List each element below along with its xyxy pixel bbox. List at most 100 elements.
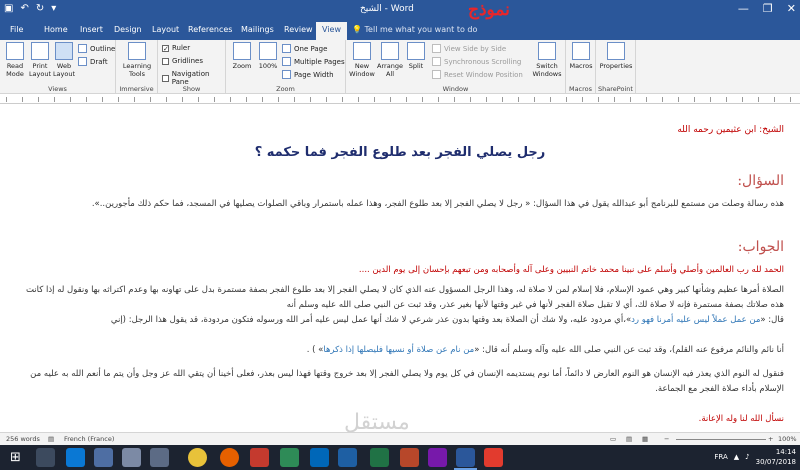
app-icon-6[interactable] [280,448,299,467]
draft-button[interactable]: Draft [78,57,108,66]
answer-paragraph-2: قال: «من عمل عملاً ليس عليه أمرنا فهو رد… [16,313,784,328]
answer-paragraph-3: أنا نائم والنائم مرفوع عنه القلم)، وقد ث… [16,343,784,358]
ruler-label: Ruler [172,44,191,52]
horizontal-ruler[interactable] [0,95,800,104]
new-window-button[interactable]: New Window [348,42,376,78]
ruler-checkbox[interactable]: ✓ Ruler [162,44,190,52]
macros-icon [572,42,590,60]
arrange-all-button[interactable]: Arrange All [376,42,404,78]
read-mode-status-icon[interactable]: ▭ [610,435,616,443]
draft-label: Draft [90,57,108,66]
sharepoint-group-label: SharePoint [598,85,633,93]
app-icon-4[interactable] [150,448,169,467]
tell-me-box[interactable]: 💡 Tell me what you want to do [352,25,477,34]
page-width-label: Page Width [294,70,334,79]
chrome-icon[interactable] [188,448,207,467]
outline-icon [78,44,87,53]
app-icon-3[interactable] [122,448,141,467]
zoom-button[interactable]: Zoom [230,42,254,70]
one-page-button[interactable]: One Page [282,44,327,53]
language-status[interactable]: French (France) [64,435,114,443]
zoom-100-button[interactable]: 100% [256,42,280,70]
app-icon-5[interactable] [250,448,269,467]
navigation-pane-checkbox[interactable]: Navigation Pane [162,70,225,86]
group-sharepoint: Properties SharePoint [596,40,636,94]
undo-icon[interactable]: ↶ [20,3,28,15]
app-icon-2[interactable] [94,448,113,467]
zoom-label: Zoom [232,62,252,70]
network-icon[interactable]: ▲ [734,452,739,462]
firefox-icon[interactable] [220,448,239,467]
app-icon-1[interactable] [66,448,85,467]
read-mode-button[interactable]: Read Mode [3,42,27,78]
tab-home[interactable]: Home [44,25,68,34]
powerpoint-icon[interactable] [400,448,419,467]
zoom-slider[interactable] [676,439,766,440]
answer-p3-pre: أنا نائم والنائم مرفوع عنه القلم)، وقد ث… [474,345,784,355]
web-layout-label: Web Layout [52,62,76,78]
tab-design[interactable]: Design [114,25,142,34]
read-mode-label: Read Mode [6,62,24,78]
side-by-side-button[interactable]: View Side by Side [432,44,506,53]
ribbon-view: Read Mode Print Layout Web Layout Outlin… [0,40,800,94]
tab-view[interactable]: View [316,22,347,40]
excel-icon[interactable] [370,448,389,467]
customize-toolbar-icon[interactable]: ▾ [51,3,56,15]
web-layout-button[interactable]: Web Layout [52,42,76,78]
properties-label: Properties [599,62,633,70]
page-width-button[interactable]: Page Width [282,70,334,79]
start-icon[interactable]: ⊞ [6,448,25,467]
keyboard-language[interactable]: FRA [714,452,727,462]
print-layout-status-icon[interactable]: ▤ [626,435,632,443]
close-button[interactable]: ✕ [787,2,796,15]
sync-scroll-button[interactable]: Synchronous Scrolling [432,57,521,66]
minimize-button[interactable]: — [738,2,749,15]
title-bar: ▣ ↶ ↻ ▾ الشيخ - Word نموذج — ❐ ✕ [0,0,800,20]
question-title: رجل يصلي الفجر بعد طلوع الفجر فما حكمه ؟ [254,145,546,160]
zoom-out-icon[interactable]: − [664,435,669,443]
arrange-all-icon [381,42,399,60]
one-page-icon [282,44,291,53]
arrange-all-label: Arrange All [377,62,403,78]
tab-file[interactable]: File [10,25,23,34]
tab-references[interactable]: References [188,25,232,34]
read-mode-icon [6,42,24,60]
word-count[interactable]: 256 words [6,435,40,443]
learning-tools-label: Learning Tools [122,62,152,78]
macros-button[interactable]: Macros [568,42,594,70]
restore-button[interactable]: ❐ [763,2,773,15]
zoom-percent[interactable]: 100% [778,435,797,443]
app-icon-7[interactable] [338,448,357,467]
system-tray[interactable]: FRA ▲ ♪ 14:14 30/07/2018 [714,447,796,467]
learning-tools-button[interactable]: Learning Tools [120,42,154,78]
proofing-icon[interactable]: ▤ [48,435,54,443]
word-icon[interactable] [456,448,475,467]
ruler-ticks [6,97,794,102]
tab-insert[interactable]: Insert [80,25,103,34]
tab-review[interactable]: Review [284,25,313,34]
switch-windows-icon [538,42,556,60]
redo-icon[interactable]: ↻ [36,3,44,15]
properties-button[interactable]: Properties [599,42,633,70]
document-body[interactable]: الشيخ: ابن عثيمين رحمه الله رجل يصلي الف… [0,105,800,432]
split-button[interactable]: Split [404,42,428,70]
outline-button[interactable]: Outline [78,44,115,53]
reset-position-button[interactable]: Reset Window Position [432,70,523,79]
zoom-in-icon[interactable]: + [768,435,773,443]
web-layout-status-icon[interactable]: ▦ [642,435,648,443]
multiple-pages-button[interactable]: Multiple Pages [282,57,345,66]
pdf-icon[interactable] [484,448,503,467]
page-width-icon [282,70,291,79]
window-group-label: Window [442,85,469,93]
switch-windows-button[interactable]: Switch Windows [530,42,564,78]
save-icon[interactable]: ▣ [4,3,13,15]
task-view-icon[interactable] [36,448,55,467]
tab-mailings[interactable]: Mailings [241,25,274,34]
onenote-icon[interactable] [428,448,447,467]
print-layout-button[interactable]: Print Layout [28,42,52,78]
volume-icon[interactable]: ♪ [745,452,749,462]
sync-scroll-label: Synchronous Scrolling [444,57,522,66]
edge-icon[interactable] [310,448,329,467]
gridlines-checkbox[interactable]: Gridlines [162,57,203,65]
tab-layout[interactable]: Layout [152,25,179,34]
